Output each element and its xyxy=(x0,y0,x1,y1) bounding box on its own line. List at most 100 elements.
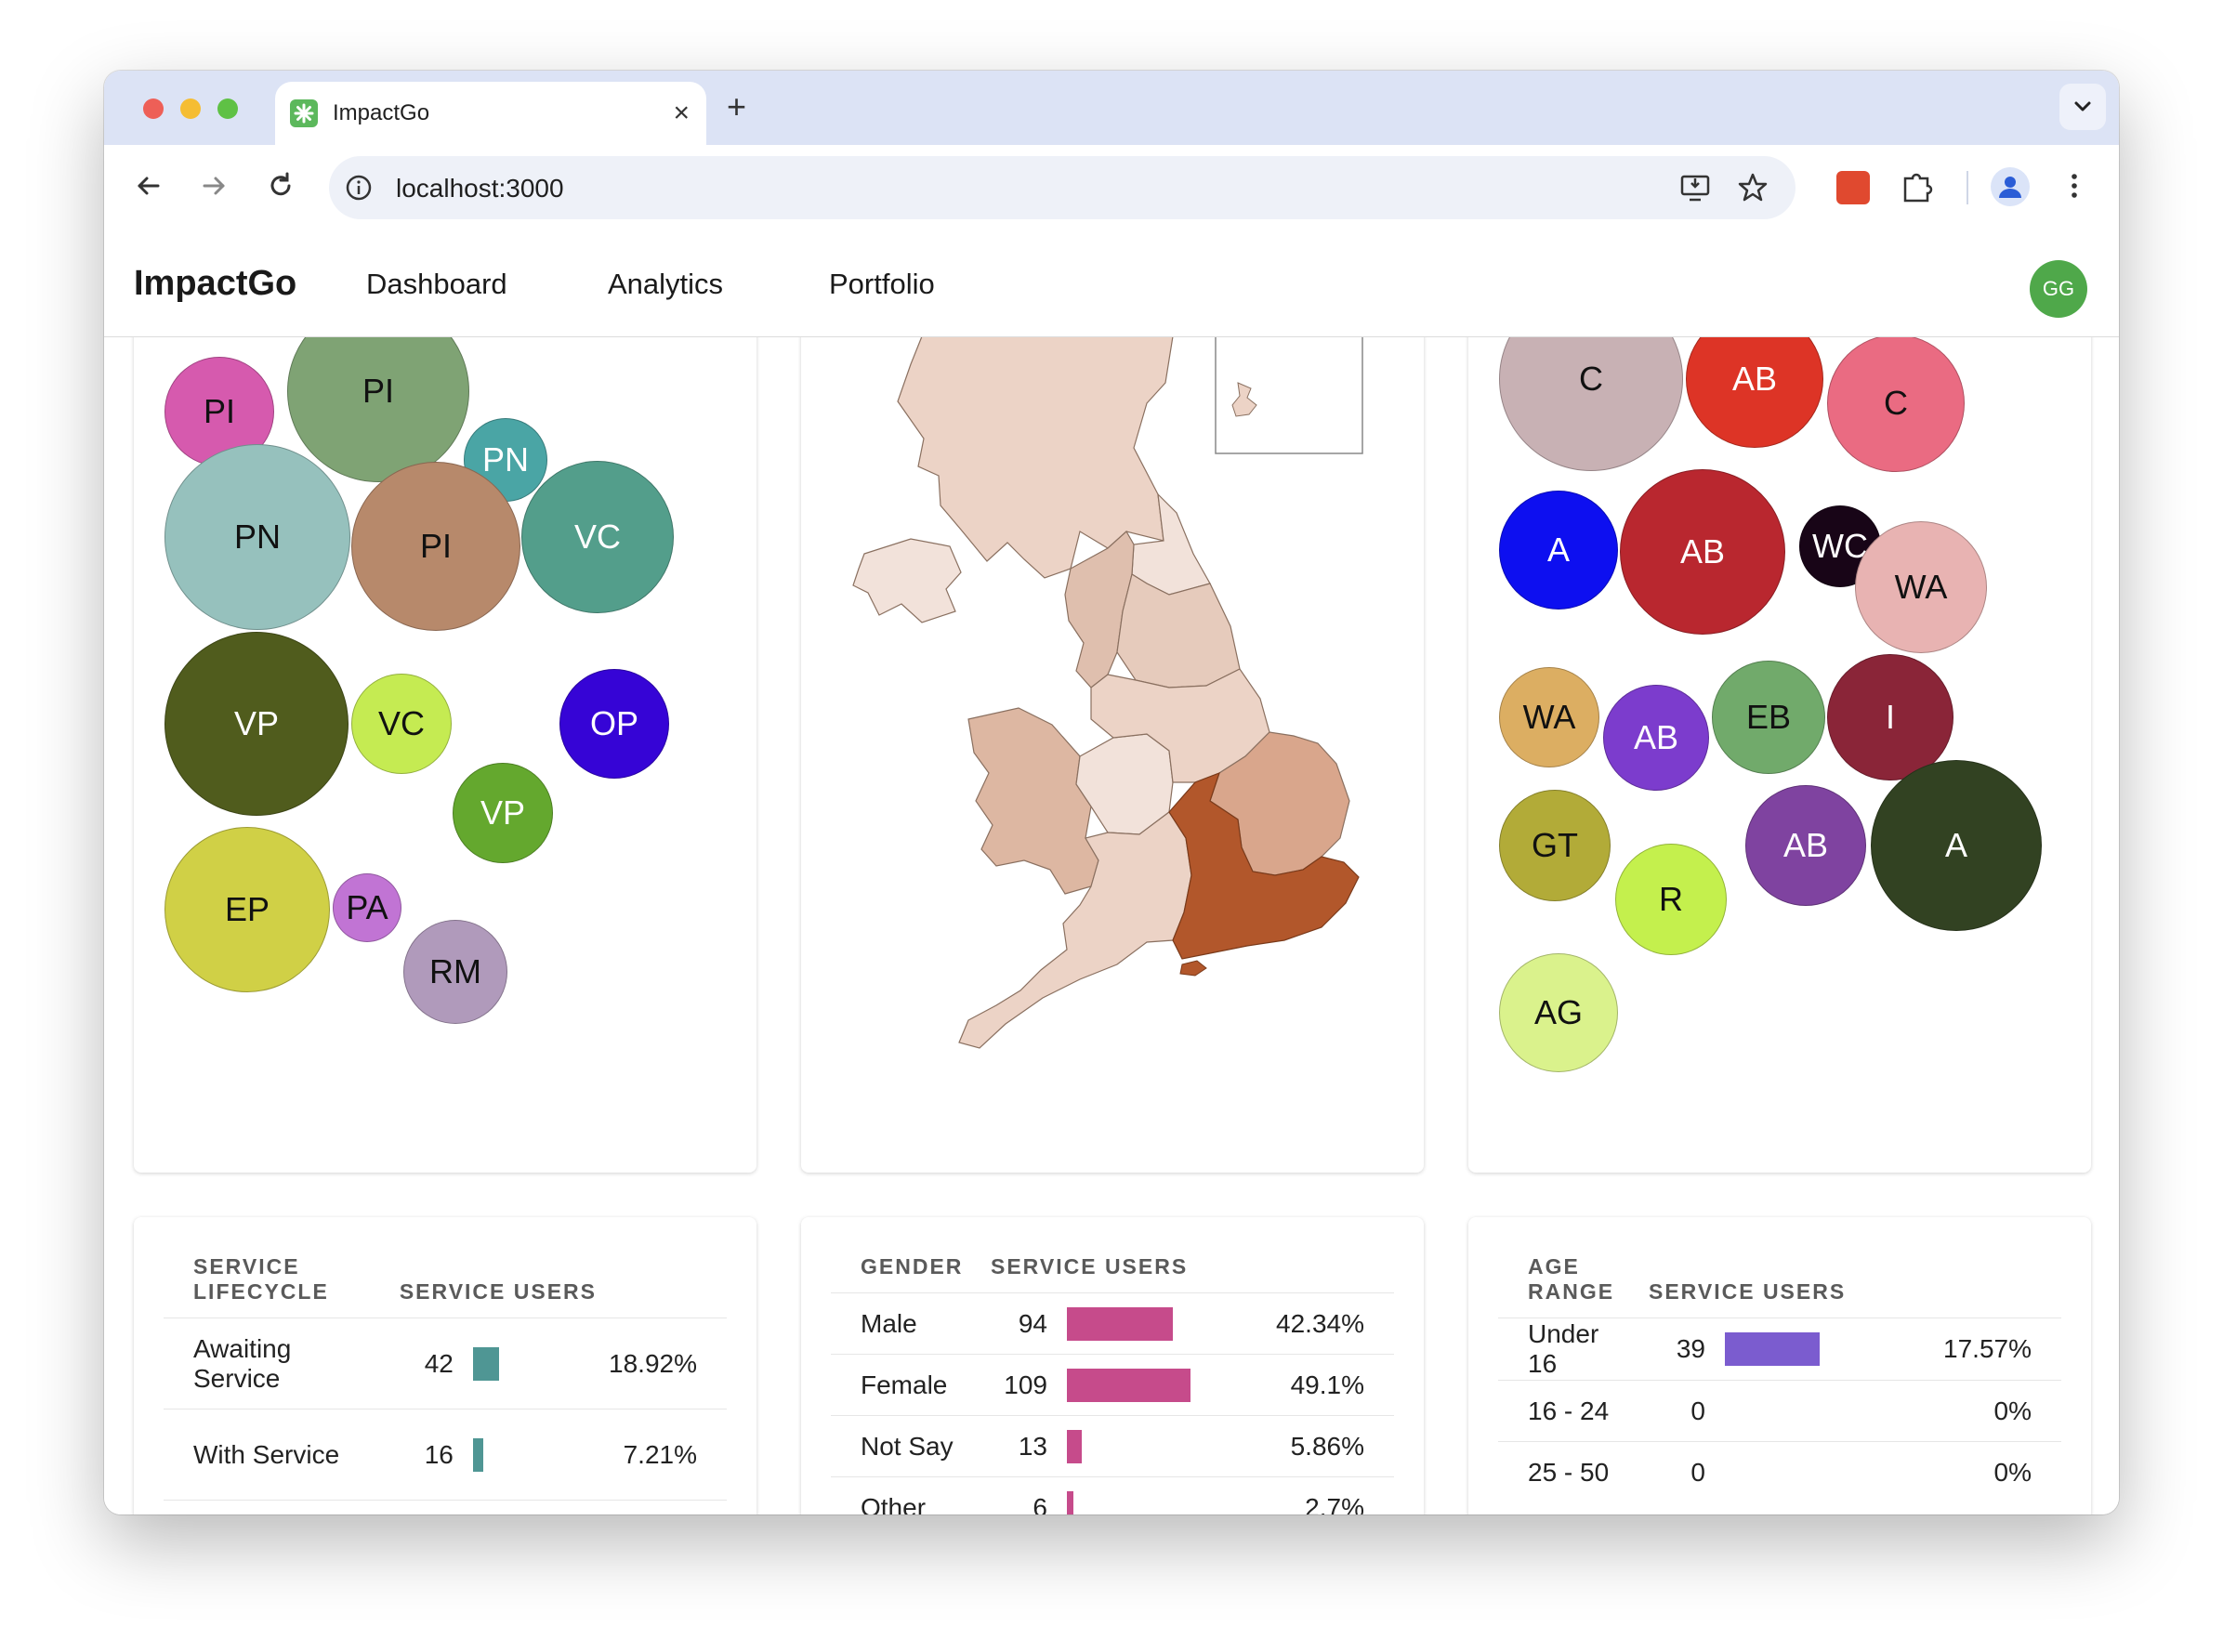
row-percent: 7.21% xyxy=(608,1409,727,1501)
row-bar xyxy=(1725,1332,1820,1366)
close-window-button[interactable] xyxy=(143,98,164,119)
browser-tab[interactable]: ImpactGo × xyxy=(275,82,706,145)
bubble[interactable]: PA xyxy=(333,873,401,942)
bubble-label: PI xyxy=(419,527,452,565)
bubble[interactable]: VC xyxy=(521,461,674,613)
tab-search-button[interactable] xyxy=(2059,84,2106,130)
bubble-label: RM xyxy=(429,952,481,990)
install-app-icon[interactable] xyxy=(1678,171,1712,204)
bubble[interactable]: WA xyxy=(1855,521,1987,653)
bubble-chart-card-left: PI PI PN PN PI VC VP VC OP VP PA EP RM xyxy=(134,336,756,1173)
bubble[interactable]: C xyxy=(1827,336,1965,472)
row-count: 115 xyxy=(399,1500,472,1514)
profile-icon[interactable] xyxy=(1991,167,2030,206)
row-label: 25 - 50 xyxy=(1498,1441,1649,1503)
age-table-card: AGE RANGE SERVICE USERS Under 16 39 17.57%… xyxy=(1468,1217,2091,1514)
bubble[interactable]: C xyxy=(1499,336,1683,471)
address-bar[interactable]: localhost:3000 xyxy=(329,156,1796,219)
bubble-label: PI xyxy=(362,372,394,410)
nav-dashboard[interactable]: Dashboard xyxy=(366,268,507,301)
bubble[interactable]: AB xyxy=(1686,336,1823,448)
gender-table: GENDER SERVICE USERS Male 94 42.34% Female 1… xyxy=(831,1254,1394,1514)
row-count: 42 xyxy=(399,1318,472,1409)
extension-icon[interactable] xyxy=(1836,171,1870,204)
bubble[interactable]: AB xyxy=(1745,785,1866,906)
nav-portfolio[interactable]: Portfolio xyxy=(829,268,935,301)
maximize-window-button[interactable] xyxy=(217,98,238,119)
bubble[interactable]: EB xyxy=(1712,661,1825,774)
bubble-label: EP xyxy=(224,890,270,928)
bubble-label: WA xyxy=(1894,568,1948,606)
bubble[interactable]: PI xyxy=(287,336,469,482)
row-count: 13 xyxy=(991,1415,1066,1477)
row-count: 0 xyxy=(1649,1380,1724,1442)
bubble[interactable]: AB xyxy=(1603,685,1709,791)
row-bar xyxy=(1067,1490,1073,1514)
bubble[interactable]: I xyxy=(1827,654,1953,780)
bubble[interactable]: R xyxy=(1615,844,1727,955)
row-bar-cell xyxy=(1724,1318,1874,1381)
map-region-west-midlands xyxy=(1075,733,1174,835)
bubble[interactable]: OP xyxy=(559,669,669,779)
row-bar-cell xyxy=(1724,1380,1874,1442)
forward-arrow-icon[interactable] xyxy=(193,165,234,206)
table-row: Positive Move On115 51.8% xyxy=(164,1500,727,1514)
bubble-label: A xyxy=(1944,826,1967,864)
bubble-label: PN xyxy=(481,440,529,479)
bubble[interactable]: AB xyxy=(1620,469,1785,635)
reload-icon[interactable] xyxy=(260,165,301,206)
bubble[interactable]: VC xyxy=(351,674,452,774)
map-region-shetland xyxy=(1231,382,1257,417)
lifecycle-header: SERVICE LIFECYCLE xyxy=(193,1254,329,1304)
table-row: Under 16 39 17.57% xyxy=(1498,1318,2061,1381)
bubble-label: WA xyxy=(1522,698,1576,736)
tab-title: ImpactGo xyxy=(333,100,430,125)
bubble-label: VP xyxy=(480,793,526,832)
user-avatar[interactable]: GG xyxy=(2030,260,2087,318)
row-bar-cell xyxy=(1066,1354,1217,1416)
bubble-label: EB xyxy=(1745,698,1792,736)
bubble-label: VC xyxy=(573,518,621,556)
row-percent: 0% xyxy=(1874,1380,2061,1442)
app-favicon-icon xyxy=(290,99,318,127)
row-count: 16 xyxy=(399,1409,472,1501)
bubble[interactable]: PN xyxy=(164,444,350,630)
row-count: 109 xyxy=(991,1354,1066,1416)
service-users-header: SERVICE USERS xyxy=(991,1254,1189,1278)
bubble[interactable]: EP xyxy=(164,827,330,992)
brand-logo[interactable]: ImpactGo xyxy=(134,264,296,304)
row-bar xyxy=(1067,1429,1082,1463)
table-row: Not Say 13 5.86% xyxy=(831,1415,1394,1477)
app-header: ImpactGo Dashboard Analytics Portfolio G… xyxy=(104,230,2119,337)
url-text[interactable]: localhost:3000 xyxy=(396,174,564,203)
bubble[interactable]: A xyxy=(1499,491,1618,610)
site-info-icon[interactable] xyxy=(344,173,374,203)
gender-header: GENDER xyxy=(861,1254,964,1278)
back-arrow-icon[interactable] xyxy=(128,165,169,206)
bookmark-star-icon[interactable] xyxy=(1736,171,1769,204)
bubble[interactable]: VP xyxy=(453,763,553,863)
toolbar-divider xyxy=(1966,171,1968,204)
nav-analytics[interactable]: Analytics xyxy=(608,268,723,301)
bubble[interactable]: RM xyxy=(403,920,507,1024)
bubble[interactable]: AG xyxy=(1499,953,1618,1072)
new-tab-button[interactable]: + xyxy=(727,87,746,126)
bubble[interactable]: VP xyxy=(164,632,349,816)
bubble-label: AB xyxy=(1782,826,1829,864)
more-menu-icon[interactable] xyxy=(2054,165,2095,206)
chevron-down-icon xyxy=(2074,101,2091,111)
table-row: Other 6 2.7% xyxy=(831,1476,1394,1514)
extensions-puzzle-icon[interactable] xyxy=(1896,165,1937,206)
bubble[interactable]: GT xyxy=(1499,790,1611,901)
bubble[interactable]: PI xyxy=(351,462,520,631)
close-tab-icon[interactable]: × xyxy=(673,95,690,132)
bubble-label: PN xyxy=(233,518,281,556)
row-count: 39 xyxy=(1649,1318,1724,1381)
bubble[interactable]: WA xyxy=(1499,667,1599,767)
row-bar xyxy=(472,1346,499,1381)
minimize-window-button[interactable] xyxy=(180,98,201,119)
lifecycle-table-card: SERVICE LIFECYCLE SERVICE USERS Awaiting… xyxy=(134,1217,756,1514)
row-bar xyxy=(1067,1306,1173,1341)
row-percent: 2.7% xyxy=(1217,1476,1394,1514)
bubble[interactable]: A xyxy=(1871,760,2042,931)
